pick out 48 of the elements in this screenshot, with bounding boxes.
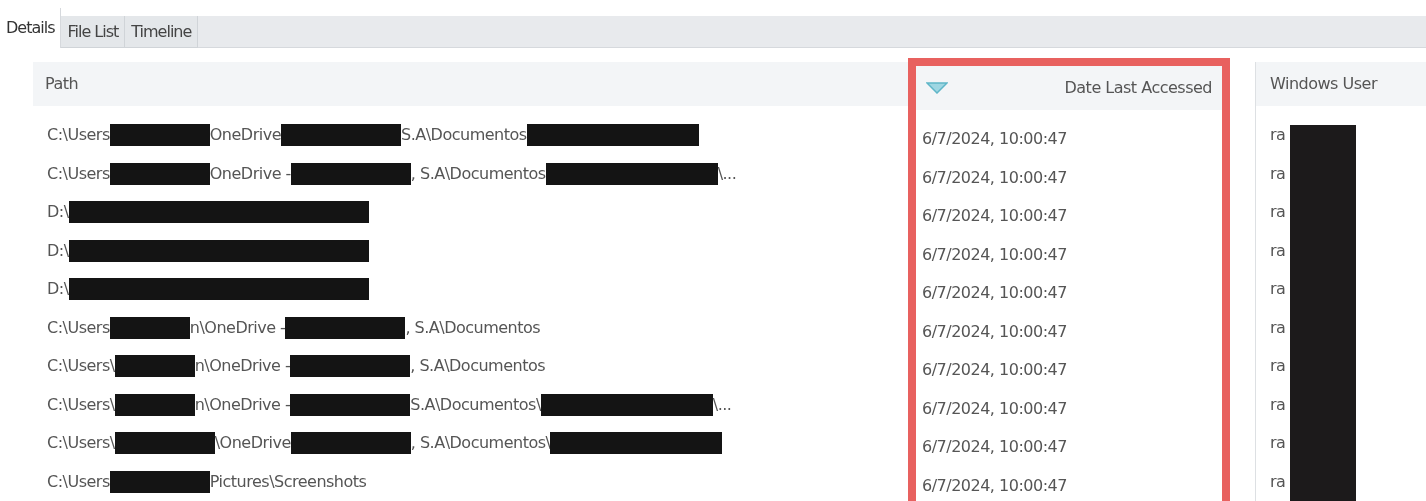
path-text: OneDrive bbox=[209, 124, 281, 147]
path-text: , S.A\Documentos bbox=[405, 316, 541, 339]
path-text: , S.A\Documentos bbox=[410, 162, 546, 185]
path-text: D:\ bbox=[47, 239, 69, 262]
path-text: Pictures\Screenshots bbox=[209, 470, 367, 493]
user-cell-text: ra bbox=[1270, 124, 1286, 147]
date-cell-text: 6/7/2024, 10:00:47 bbox=[922, 166, 1067, 189]
user-cell-text: ra bbox=[1270, 278, 1286, 301]
date-cell-text: 6/7/2024, 10:00:47 bbox=[922, 205, 1067, 228]
path-text: \OneDrive bbox=[214, 432, 291, 455]
tab[interactable]: File List bbox=[61, 16, 126, 48]
column-header[interactable]: Path bbox=[45, 72, 79, 96]
path-text: C:\Users bbox=[47, 470, 110, 493]
date-cell-text: 6/7/2024, 10:00:47 bbox=[922, 282, 1067, 305]
user-cell-text: ra bbox=[1270, 470, 1286, 493]
path-text: C:\Users bbox=[47, 162, 110, 185]
path-text: S.A\Documentos bbox=[401, 124, 527, 147]
user-cell-text: ra bbox=[1270, 393, 1286, 416]
path-text: C:\Users bbox=[47, 316, 110, 339]
user-cell-text: ra bbox=[1270, 239, 1286, 262]
path-text: n\OneDrive - bbox=[194, 393, 291, 416]
date-cell-text: 6/7/2024, 10:00:47 bbox=[922, 243, 1067, 266]
path-text: C:\Users\ bbox=[47, 355, 115, 378]
path-text: S.A\Documentos\ bbox=[410, 393, 541, 416]
user-cell-text: ra bbox=[1270, 316, 1286, 339]
path-text: C:\Users\ bbox=[47, 393, 115, 416]
tab[interactable]: Timeline bbox=[125, 16, 199, 48]
path-text: D:\ bbox=[47, 201, 69, 224]
path-text: OneDrive - bbox=[209, 162, 291, 185]
path-text: n\OneDrive - bbox=[189, 316, 286, 339]
path-text: \... bbox=[717, 162, 737, 185]
date-cell-text: 6/7/2024, 10:00:47 bbox=[922, 128, 1067, 151]
path-text: , S.A\Documentos bbox=[410, 355, 546, 378]
path-text: , S.A\Documentos\ bbox=[410, 432, 551, 455]
path-text: \... bbox=[712, 393, 732, 416]
path-text: n\OneDrive - bbox=[194, 355, 291, 378]
path-text: D:\ bbox=[47, 278, 69, 301]
date-cell-text: 6/7/2024, 10:00:47 bbox=[922, 436, 1067, 459]
user-cell-text: ra bbox=[1270, 201, 1286, 224]
path-text: C:\Users bbox=[47, 124, 110, 147]
date-cell-text: 6/7/2024, 10:00:47 bbox=[922, 359, 1067, 382]
path-text: C:\Users\ bbox=[47, 432, 115, 455]
date-cell-text: 6/7/2024, 10:00:47 bbox=[922, 474, 1067, 497]
user-cell-text: ra bbox=[1270, 355, 1286, 378]
date-cell-text: 6/7/2024, 10:00:47 bbox=[922, 397, 1067, 420]
user-cell-text: ra bbox=[1270, 162, 1286, 185]
user-cell-text: ra bbox=[1270, 432, 1286, 455]
date-cell-text: 6/7/2024, 10:00:47 bbox=[922, 320, 1067, 343]
